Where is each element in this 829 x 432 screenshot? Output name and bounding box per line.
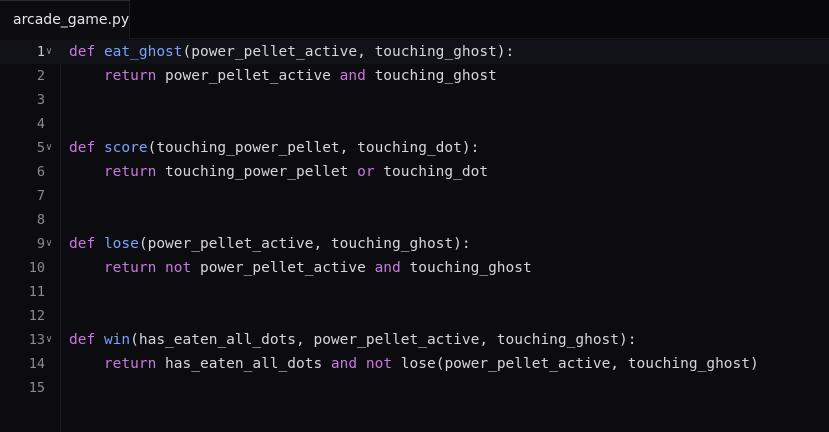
- code-token: (touching_power_pellet, touching_dot):: [147, 140, 480, 156]
- code-text: return power_pellet_active and touching_…: [69, 64, 497, 88]
- tab-bar: arcade_game.py: [0, 0, 829, 40]
- keyword-token: return: [103, 260, 157, 276]
- keyword-token: and: [374, 260, 401, 276]
- code-token: lose(power_pellet_active, touching_ghost…: [392, 356, 759, 372]
- line-number: 14: [28, 356, 45, 372]
- code-area[interactable]: 1 ∨ def eat_ghost(power_pellet_active, tou…: [0, 40, 829, 432]
- keyword-token: and: [330, 356, 358, 372]
- code-line[interactable]: 13 ∨ def win(has_eaten_all_dots, power_pel…: [0, 328, 829, 352]
- line-number: 10: [28, 260, 45, 276]
- code-text: def eat_ghost(power_pellet_active, touch…: [69, 40, 514, 64]
- line-number: 13: [28, 332, 45, 348]
- keyword-token: def: [69, 140, 96, 156]
- line-number: 8: [36, 212, 45, 228]
- tab-arcade-game[interactable]: arcade_game.py: [0, 0, 130, 40]
- line-number: 12: [28, 308, 45, 324]
- code-line[interactable]: 9 ∨ def lose(power_pellet_active, touching…: [0, 232, 829, 256]
- code-line[interactable]: 12: [0, 304, 829, 328]
- keyword-token: return: [103, 68, 157, 84]
- code-line[interactable]: 3: [0, 88, 829, 112]
- chevron-down-icon[interactable]: ∨: [46, 136, 58, 160]
- code-line[interactable]: 4: [0, 112, 829, 136]
- code-token: power_pellet_active: [156, 68, 340, 84]
- chevron-down-icon[interactable]: ∨: [46, 232, 58, 256]
- chevron-down-icon[interactable]: ∨: [46, 40, 58, 64]
- function-name-token: win: [103, 332, 131, 348]
- line-number: 11: [28, 284, 45, 300]
- code-line[interactable]: 1 ∨ def eat_ghost(power_pellet_active, tou…: [0, 40, 829, 64]
- code-token: touching_ghost: [400, 260, 532, 276]
- code-token: has_eaten_all_dots: [156, 356, 331, 372]
- keyword-token: def: [69, 332, 96, 348]
- function-name-token: score: [103, 140, 148, 156]
- code-line[interactable]: 6 return touching_power_pellet or touchi…: [0, 160, 829, 184]
- line-number: 5: [36, 140, 45, 156]
- code-line[interactable]: 10 return not power_pellet_active and to…: [0, 256, 829, 280]
- code-line[interactable]: 2 return power_pellet_active and touchin…: [0, 64, 829, 88]
- keyword-token: return: [103, 164, 157, 180]
- code-text: return has_eaten_all_dots and not lose(p…: [69, 352, 759, 376]
- code-text: def win(has_eaten_all_dots, power_pellet…: [69, 328, 636, 352]
- code-line[interactable]: 8: [0, 208, 829, 232]
- function-name-token: eat_ghost: [103, 44, 183, 60]
- chevron-down-icon[interactable]: ∨: [46, 328, 58, 352]
- keyword-token: not: [365, 356, 393, 372]
- code-line[interactable]: 14 return has_eaten_all_dots and not los…: [0, 352, 829, 376]
- code-text: return not power_pellet_active and touch…: [69, 256, 532, 280]
- keyword-token: def: [69, 236, 96, 252]
- code-line[interactable]: 5 ∨ def score(touching_power_pellet, touch…: [0, 136, 829, 160]
- line-number: 9: [36, 236, 45, 252]
- line-number: 7: [36, 188, 45, 204]
- code-token: (has_eaten_all_dots, power_pellet_active…: [130, 332, 637, 348]
- code-text: def score(touching_power_pellet, touchin…: [69, 136, 479, 160]
- code-token: touching_power_pellet: [156, 164, 358, 180]
- keyword-token: or: [357, 164, 375, 180]
- code-token: (power_pellet_active, touching_ghost):: [182, 44, 515, 60]
- code-text: return touching_power_pellet or touching…: [69, 160, 488, 184]
- keyword-token: not: [165, 260, 192, 276]
- code-line[interactable]: 15: [0, 376, 829, 400]
- code-line[interactable]: 7: [0, 184, 829, 208]
- keyword-token: return: [103, 356, 157, 372]
- function-name-token: lose: [103, 236, 139, 252]
- code-line[interactable]: 11: [0, 280, 829, 304]
- code-token: touching_dot: [374, 164, 489, 180]
- code-token: (power_pellet_active, touching_ghost):: [138, 236, 471, 252]
- line-number: 6: [36, 164, 45, 180]
- code-token: touching_ghost: [365, 68, 497, 84]
- line-number: 2: [36, 68, 45, 84]
- code-token: power_pellet_active: [191, 260, 375, 276]
- code-editor: arcade_game.py 1 ∨ def eat_ghost(power_pel…: [0, 0, 829, 432]
- code-text: def lose(power_pellet_active, touching_g…: [69, 232, 471, 256]
- keyword-token: def: [69, 44, 96, 60]
- keyword-token: and: [339, 68, 366, 84]
- tab-label: arcade_game.py: [13, 12, 130, 28]
- line-number: 4: [36, 116, 45, 132]
- line-number: 3: [36, 92, 45, 108]
- line-number: 15: [28, 380, 45, 396]
- line-number: 1: [36, 44, 45, 60]
